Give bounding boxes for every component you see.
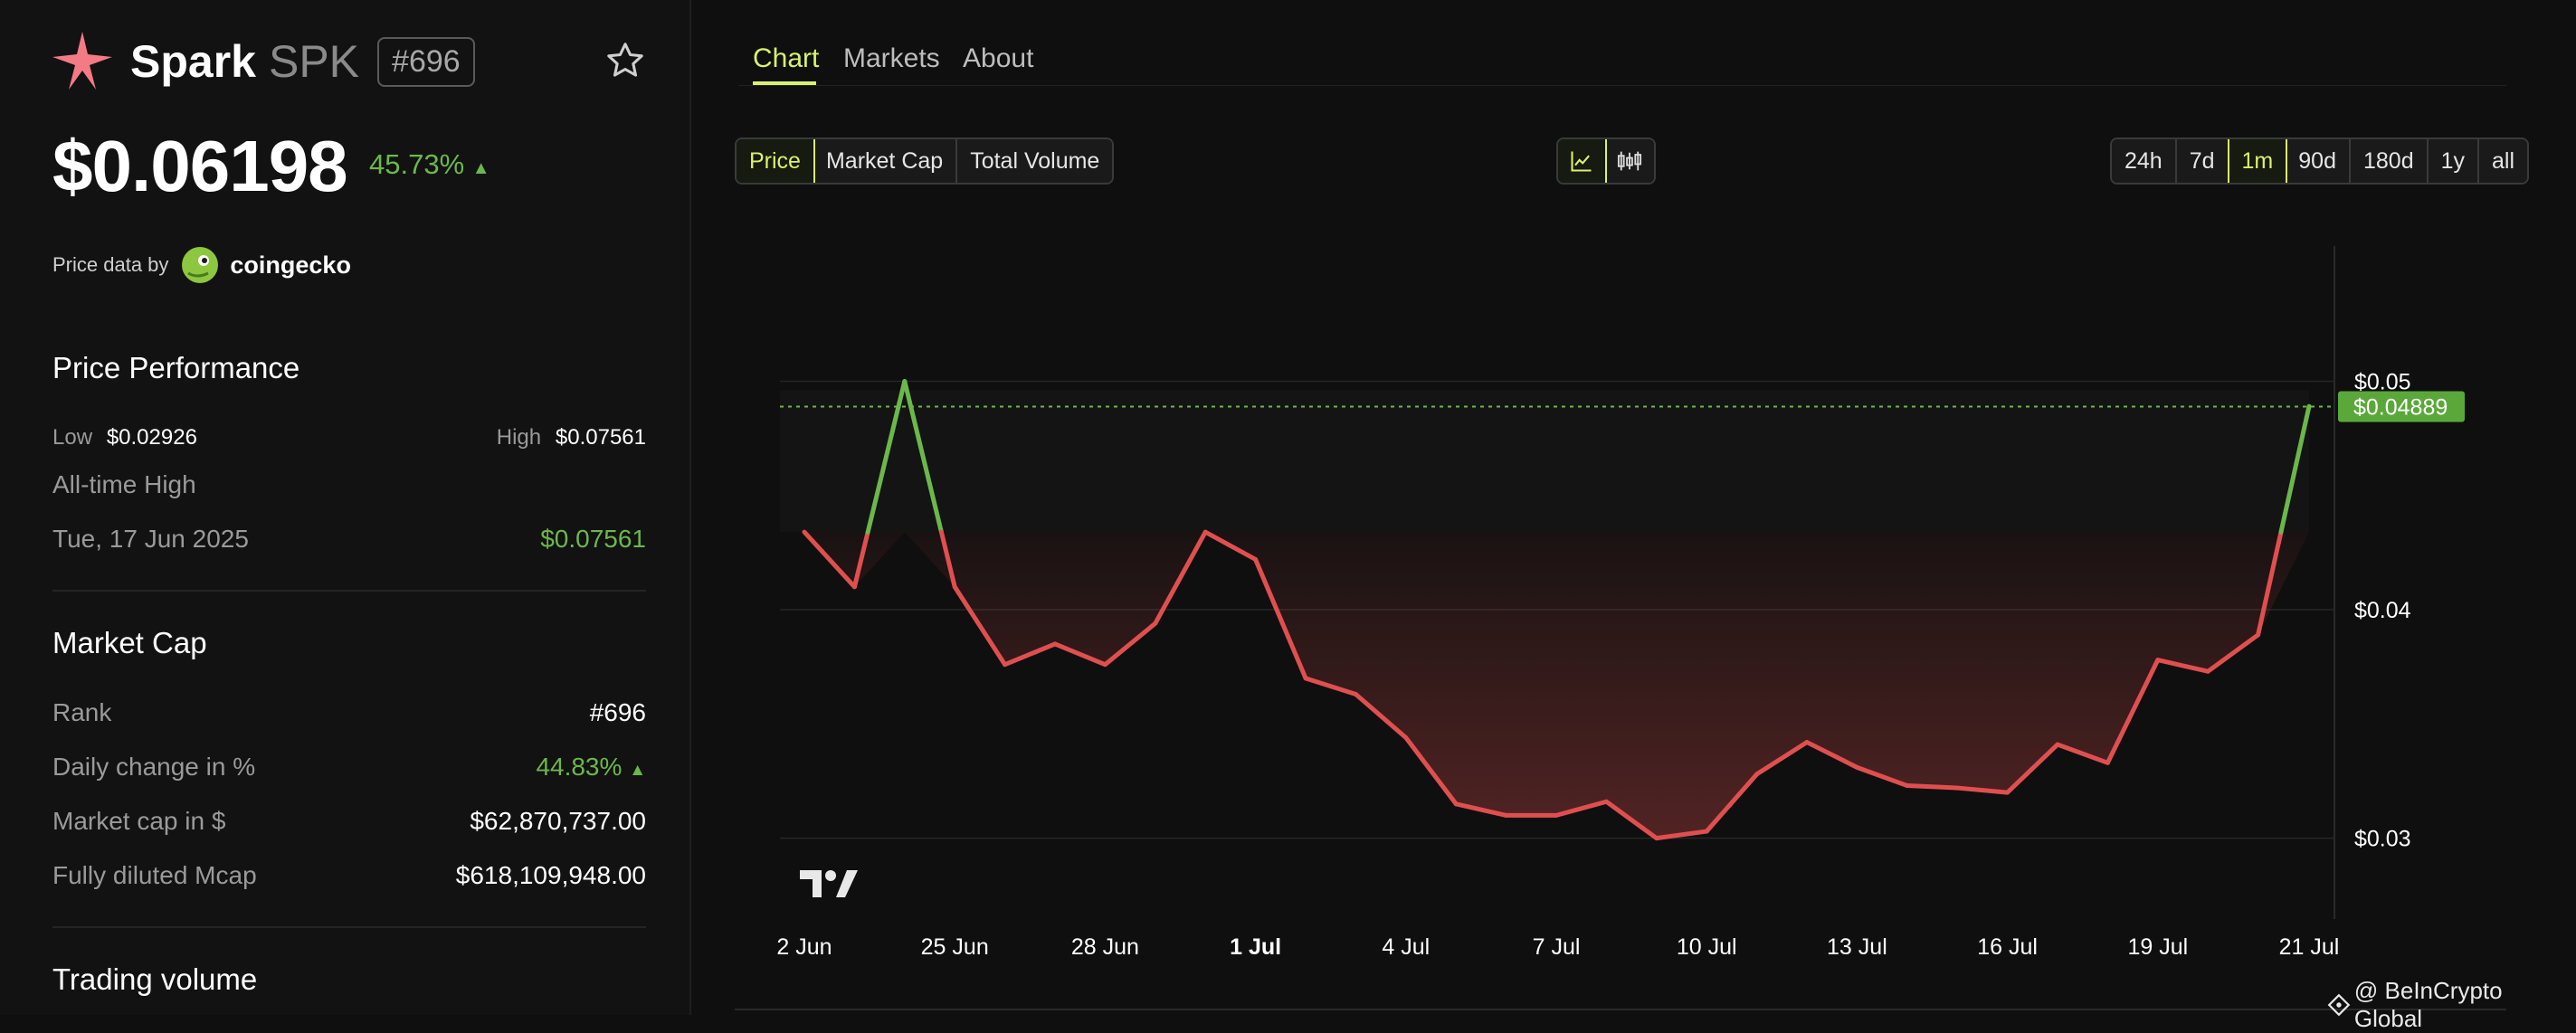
x-tick-label: 2 Jun <box>776 934 832 960</box>
watermark: @ BeInCrypto Global <box>2327 977 2576 1033</box>
x-tick-label: 16 Jul <box>1977 934 2038 960</box>
beincrypto-logo-icon <box>2327 993 2351 1017</box>
y-tick-label: $0.05 <box>2354 369 2411 394</box>
x-tick-label: 10 Jul <box>1677 934 1737 960</box>
x-tick-label: 19 Jul <box>2127 934 2188 960</box>
series-segment <box>1905 783 1960 791</box>
tradingview-logo-icon <box>800 870 858 897</box>
baseline-band <box>780 390 2309 532</box>
current-price-label: $0.04889 <box>2353 394 2448 420</box>
chart-fill <box>780 390 2309 839</box>
x-tick-label: 25 Jun <box>921 934 989 960</box>
x-tick-label: 1 Jul <box>1230 934 1281 960</box>
y-tick-label: $0.04 <box>2354 598 2411 623</box>
x-tick-label: 13 Jul <box>1827 934 1887 960</box>
x-tick-label: 7 Jul <box>1533 934 1581 960</box>
y-tick-label: $0.03 <box>2354 827 2411 852</box>
line-chart-icon <box>1571 151 1592 172</box>
price-chart[interactable]: $0.05 $0.04 $0.03 2 Jun 25 Jun 28 Jun 1 Jul 4 J… <box>0 0 2576 1015</box>
watermark-text: @ BeInCrypto Global <box>2353 977 2503 1032</box>
x-tick-label: 21 Jul <box>2279 934 2340 960</box>
range-1m-button[interactable]: 1m <box>2227 139 2288 183</box>
below-baseline-area <box>804 532 2309 839</box>
line-chart-button[interactable] <box>1558 139 1607 183</box>
x-tick-label: 28 Jun <box>1071 934 1139 960</box>
metric-price-button[interactable]: Price <box>737 139 815 183</box>
x-tick-label: 4 Jul <box>1382 934 1430 960</box>
